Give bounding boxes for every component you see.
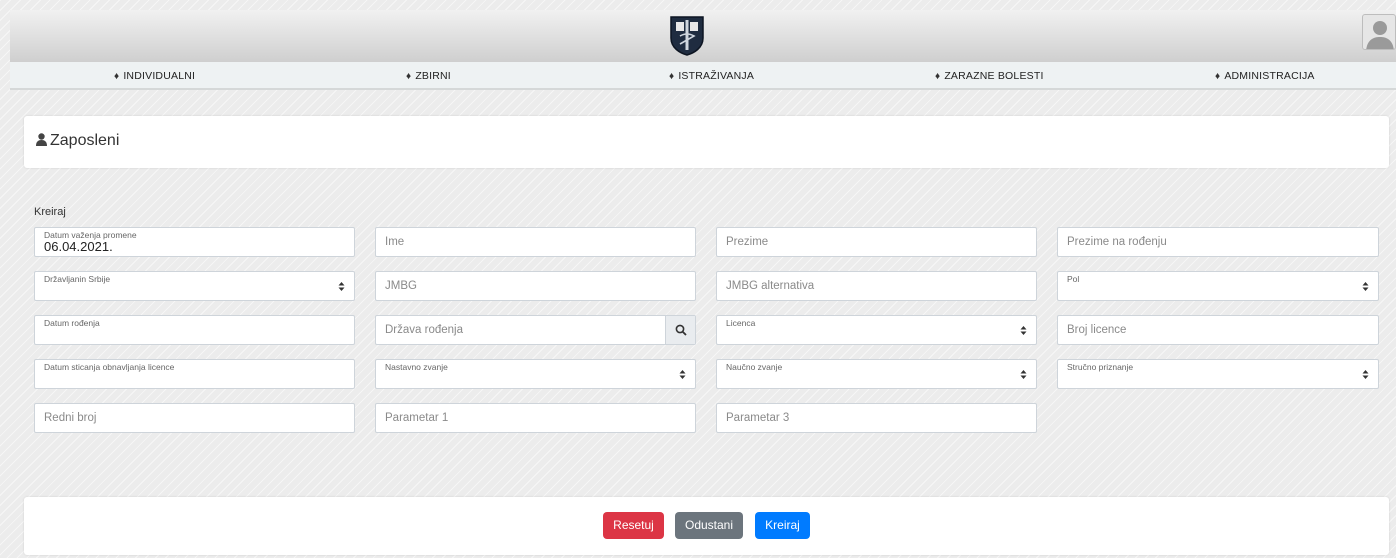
flask-icon: ♦	[669, 71, 675, 82]
page-title: Zaposleni	[50, 132, 120, 149]
nav-item-administracija[interactable]: ♦ ADMINISTRACIJA	[1215, 62, 1315, 90]
cancel-button[interactable]: Odustani	[675, 512, 743, 539]
datum-licence-field[interactable]: Datum sticanja obnavljanja licence	[34, 359, 355, 389]
parametar-1-input[interactable]: Parametar 1	[375, 403, 696, 433]
prezime-input[interactable]: Prezime	[716, 227, 1037, 257]
top-bar	[10, 10, 1396, 62]
broj-licence-input[interactable]: Broj licence	[1057, 315, 1379, 345]
nav-item-zarazne-bolesti[interactable]: ♦ ZARAZNE BOLESTI	[935, 62, 1044, 90]
flask-icon: ♦	[114, 71, 120, 82]
datum-vazenja-field[interactable]: Datum važenja promene 06.04.2021.	[34, 227, 355, 257]
nav-item-individualni[interactable]: ♦ INDIVIDUALNI	[114, 62, 195, 90]
naucno-zvanje-select[interactable]: Naučno zvanje	[716, 359, 1037, 389]
jmbg-input[interactable]: JMBG	[375, 271, 696, 301]
licenca-select[interactable]: Licenca	[716, 315, 1037, 345]
strucno-priznanje-select[interactable]: Stručno priznanje	[1057, 359, 1379, 389]
drzava-rodjenja-input[interactable]: Država rođenja	[375, 315, 696, 345]
sort-caret-icon	[1362, 282, 1369, 291]
jmbg-alternativa-input[interactable]: JMBG alternativa	[716, 271, 1037, 301]
section-label: Kreiraj	[34, 206, 66, 218]
sort-caret-icon	[679, 370, 686, 379]
sort-caret-icon	[1020, 370, 1027, 379]
redni-broj-input[interactable]: Redni broj	[34, 403, 355, 433]
ime-input[interactable]: Ime	[375, 227, 696, 257]
sort-caret-icon	[1362, 370, 1369, 379]
sort-caret-icon	[338, 282, 345, 291]
datum-rodjenja-field[interactable]: Datum rođenja	[34, 315, 355, 345]
drzavljanin-select[interactable]: Državljanin Srbije	[34, 271, 355, 301]
pol-select[interactable]: Pol	[1057, 271, 1379, 301]
prezime-na-rodjenju-input[interactable]: Prezime na rođenju	[1057, 227, 1379, 257]
reset-button[interactable]: Resetuj	[603, 512, 664, 539]
sort-caret-icon	[1020, 326, 1027, 335]
nav-item-zbirni[interactable]: ♦ ZBIRNI	[406, 62, 451, 90]
parametar-3-input[interactable]: Parametar 3	[716, 403, 1037, 433]
main-nav: ♦ INDIVIDUALNI ♦ ZBIRNI ♦ ISTRAŽIVANJA ♦ ZAR…	[10, 62, 1396, 90]
flask-icon: ♦	[935, 71, 941, 82]
flask-icon: ♦	[406, 71, 412, 82]
search-button[interactable]	[665, 316, 695, 344]
form-actions: Resetuj Odustani Kreiraj	[24, 497, 1389, 555]
flask-icon: ♦	[1215, 71, 1221, 82]
user-avatar[interactable]	[1362, 14, 1396, 50]
logo-shield-icon	[670, 16, 704, 56]
page-title-card: Zaposleni	[24, 116, 1389, 168]
search-icon	[675, 324, 687, 336]
user-icon	[36, 133, 47, 146]
user-icon	[1366, 21, 1394, 49]
create-button[interactable]: Kreiraj	[755, 512, 810, 539]
nav-item-istrazivanja[interactable]: ♦ ISTRAŽIVANJA	[669, 62, 754, 90]
nastavno-zvanje-select[interactable]: Nastavno zvanje	[375, 359, 696, 389]
